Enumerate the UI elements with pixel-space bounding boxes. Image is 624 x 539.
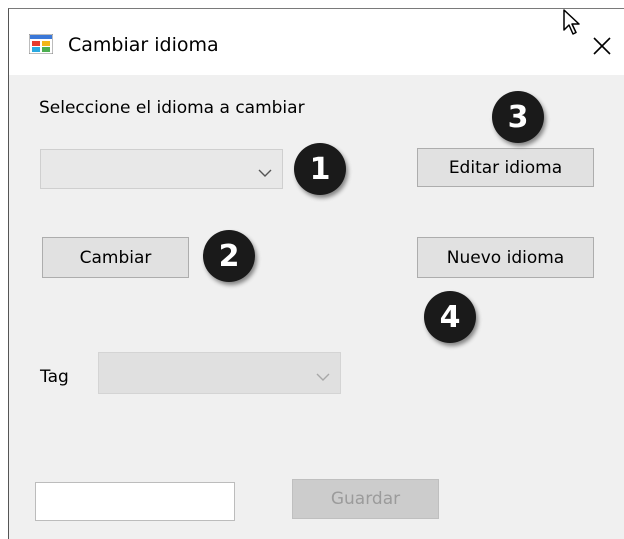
tag-combobox[interactable] — [98, 352, 341, 394]
save-button[interactable]: Guardar — [292, 479, 439, 519]
text-input[interactable] — [35, 482, 235, 521]
new-language-button[interactable]: Nuevo idioma — [417, 237, 594, 278]
select-language-label: Seleccione el idioma a cambiar — [39, 98, 305, 118]
annotation-badge-4: 4 — [424, 291, 476, 343]
annotation-badge-2: 2 — [203, 230, 255, 282]
window-title: Cambiar idioma — [68, 34, 219, 56]
close-icon[interactable] — [587, 31, 617, 61]
chevron-down-icon — [316, 367, 330, 381]
cambiar-idioma-window: Cambiar idioma Seleccione el idioma a ca… — [8, 8, 624, 539]
change-button[interactable]: Cambiar — [42, 237, 189, 278]
chevron-down-icon — [258, 163, 272, 177]
annotation-badge-3: 3 — [492, 91, 544, 143]
tag-label: Tag — [40, 367, 69, 387]
title-bar: Cambiar idioma — [9, 9, 624, 75]
annotation-badge-1: 1 — [294, 143, 346, 195]
mouse-pointer-icon — [562, 9, 588, 39]
app-icon — [28, 33, 54, 55]
edit-language-button[interactable]: Editar idioma — [417, 148, 594, 187]
language-combobox[interactable] — [40, 149, 283, 189]
